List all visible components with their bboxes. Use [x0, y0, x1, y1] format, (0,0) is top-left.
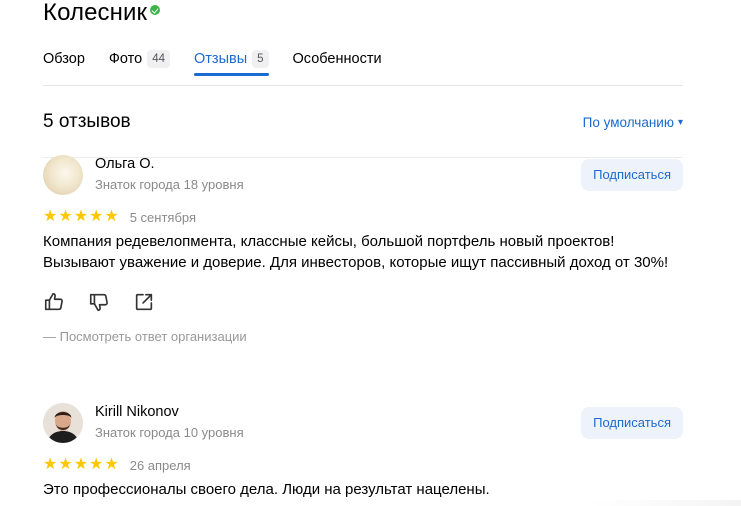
- review-date: 26 апреля: [129, 457, 191, 473]
- review-text: Это профессионалы своего дела. Люди на р…: [43, 481, 490, 498]
- review-item: Ольга О. Знаток города 18 уровня Подписа…: [43, 155, 683, 344]
- star-rating: ★ ★ ★ ★ ★: [43, 209, 120, 225]
- author-level: Знаток города 18 уровня: [95, 177, 244, 192]
- avatar[interactable]: [43, 403, 83, 443]
- author-info: Kirill Nikonov Знаток города 10 уровня: [95, 403, 244, 442]
- review-item: Kirill Nikonov Знаток города 10 уровня П…: [43, 403, 683, 500]
- reviews-header: 5 отзывов По умолчанию ▾: [43, 111, 683, 133]
- author-info: Ольга О. Знаток города 18 уровня: [95, 155, 244, 194]
- thumbs-down-icon[interactable]: [88, 291, 110, 313]
- tab-photo[interactable]: Фото 44: [109, 46, 170, 72]
- business-title: Колесник: [43, 0, 148, 26]
- avatar[interactable]: [43, 155, 83, 195]
- tab-reviews[interactable]: Отзывы 5: [194, 46, 269, 76]
- rating-row: ★ ★ ★ ★ ★ 5 сентября: [43, 209, 683, 225]
- star-icon: ★: [104, 456, 119, 473]
- tab-label: Отзывы: [194, 51, 248, 67]
- tab-overview[interactable]: Обзор: [43, 46, 85, 72]
- thumbs-up-icon[interactable]: [43, 291, 65, 313]
- subscribe-button[interactable]: Подписаться: [581, 159, 683, 191]
- review-actions: [43, 291, 683, 313]
- star-icon: ★: [43, 456, 58, 473]
- divider: [43, 85, 683, 86]
- tab-label: Обзор: [43, 51, 85, 67]
- share-icon[interactable]: [133, 291, 155, 313]
- view-org-reply-link[interactable]: — Посмотреть ответ организации: [43, 329, 683, 344]
- reviews-count-title: 5 отзывов: [43, 111, 131, 132]
- star-icon: ★: [58, 456, 73, 473]
- subscribe-button[interactable]: Подписаться: [581, 407, 683, 439]
- star-icon: ★: [89, 456, 104, 473]
- sort-dropdown[interactable]: По умолчанию ▾: [583, 115, 683, 130]
- verified-check-icon: [150, 5, 161, 15]
- review-date: 5 сентября: [129, 209, 197, 225]
- author-name[interactable]: Kirill Nikonov: [95, 403, 244, 421]
- scroll-fade: [591, 500, 741, 506]
- tabs-bar: Обзор Фото 44 Отзывы 5 Особенности: [43, 46, 406, 76]
- sort-label: По умолчанию: [582, 114, 674, 130]
- author-level: Знаток города 10 уровня: [95, 425, 244, 440]
- tab-label: Фото: [108, 51, 143, 67]
- star-icon: ★: [73, 456, 89, 473]
- avatar-photo: [43, 403, 83, 443]
- tab-count-badge: 44: [147, 50, 170, 68]
- star-icon: ★: [73, 208, 89, 225]
- tab-features[interactable]: Особенности: [293, 46, 382, 72]
- star-icon: ★: [104, 208, 119, 225]
- author-name[interactable]: Ольга О.: [95, 155, 244, 173]
- rating-row: ★ ★ ★ ★ ★ 26 апреля: [43, 457, 683, 473]
- chevron-down-icon: ▾: [677, 116, 683, 128]
- star-icon: ★: [43, 208, 58, 225]
- title-row: Колесник: [43, 0, 161, 32]
- review-text: Компания редевелопмента, классные кейсы,…: [43, 233, 669, 271]
- star-icon: ★: [89, 208, 104, 225]
- tab-count-badge: 5: [252, 50, 269, 68]
- star-icon: ★: [58, 208, 73, 225]
- star-rating: ★ ★ ★ ★ ★: [43, 457, 120, 473]
- tab-label: Особенности: [292, 51, 382, 67]
